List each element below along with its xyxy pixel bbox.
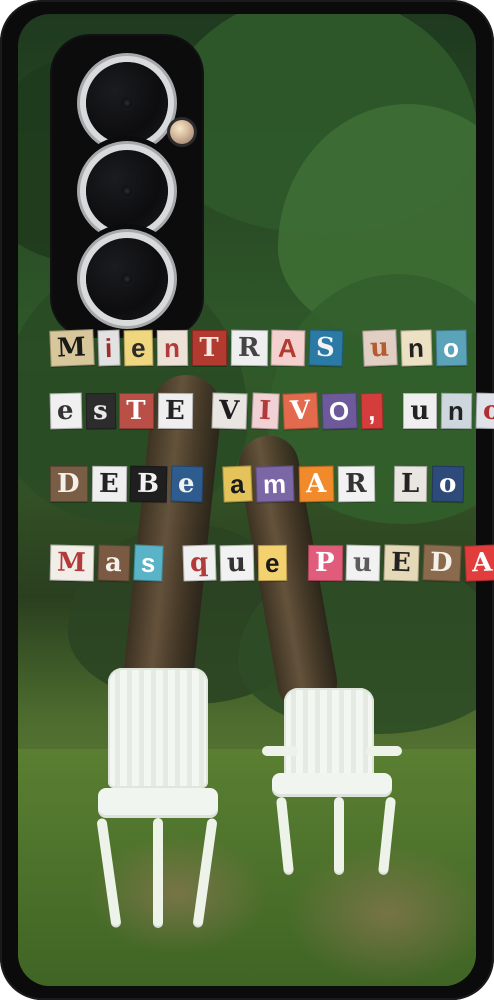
white-plastic-chair-left xyxy=(96,668,218,929)
chair-leg xyxy=(334,797,344,875)
chair-seat xyxy=(272,773,392,797)
chair-back xyxy=(284,688,374,778)
chair-leg xyxy=(153,818,163,928)
chair-leg xyxy=(192,817,218,929)
chair-leg xyxy=(96,817,122,929)
chair-leg xyxy=(275,796,295,876)
chair-back xyxy=(108,668,208,788)
chair-arm xyxy=(366,746,402,756)
chair-leg xyxy=(377,796,397,876)
white-plastic-chair-right xyxy=(262,688,402,878)
chair-seat xyxy=(98,788,218,818)
chairs xyxy=(0,0,494,1000)
chair-arm xyxy=(262,746,298,756)
